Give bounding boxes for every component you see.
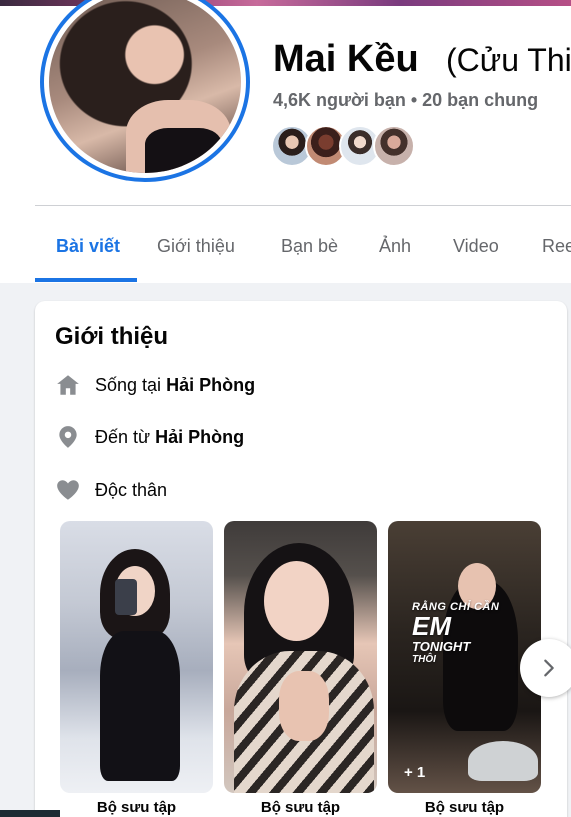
more-count-badge: + 1 (404, 764, 426, 781)
tab-posts[interactable]: Bài viết (56, 218, 120, 278)
mutual-friends-avatars[interactable] (271, 125, 431, 167)
profile-avatar[interactable] (40, 0, 250, 182)
featured-collection[interactable]: RẰNG CHỈ CẦN EM TONIGHT THÔI + 1 (388, 521, 541, 793)
header-divider (35, 205, 571, 206)
featured-collection[interactable] (60, 521, 213, 793)
location-pin-icon (59, 426, 77, 448)
avatar-image (49, 0, 241, 173)
friend-stats[interactable]: 4,6K người bạn • 20 bạn chung (273, 90, 538, 111)
tab-photos[interactable]: Ảnh (379, 218, 411, 278)
lives-in-prefix: Sống tại (95, 374, 162, 395)
featured-caption: Bộ sưu tập (260, 799, 341, 816)
intro-relationship: Độc thân (55, 476, 167, 504)
tab-videos[interactable]: Video (453, 218, 499, 278)
heart-icon (57, 480, 79, 500)
lives-in-place[interactable]: Hải Phòng (166, 375, 255, 396)
intro-card: Giới thiệu Sống tại Hải Phòng Đến từ Hải… (35, 301, 571, 817)
featured-next-button[interactable] (520, 639, 571, 697)
featured-collection[interactable] (224, 521, 377, 793)
from-prefix: Đến từ (95, 426, 151, 447)
featured-caption: Bộ sưu tập (96, 799, 177, 816)
profile-name: Mai Kều (273, 38, 419, 80)
story-text-overlay: RẰNG CHỈ CẦN EM TONIGHT THÔI (412, 601, 500, 665)
tab-friends[interactable]: Bạn bè (281, 218, 338, 278)
active-tab-indicator (35, 278, 137, 282)
intro-from: Đến từ Hải Phòng (55, 423, 244, 451)
chevron-right-icon (544, 659, 554, 677)
intro-lives-in: Sống tại Hải Phòng (55, 371, 255, 399)
window-edge (0, 810, 60, 817)
from-place[interactable]: Hải Phòng (155, 427, 244, 448)
profile-alias: (Cửu Thi (446, 42, 571, 78)
profile-header: Mai Kều (Cửu Thi 4,6K người bạn • 20 bạn… (0, 0, 571, 283)
featured-caption: Bộ sưu tập (424, 799, 505, 816)
home-icon (57, 375, 79, 395)
relationship-status: Độc thân (95, 479, 168, 500)
tab-about[interactable]: Giới thiệu (157, 218, 235, 278)
intro-title: Giới thiệu (55, 323, 169, 350)
friend-avatar[interactable] (373, 125, 415, 167)
tab-reels[interactable]: Ree (542, 218, 571, 278)
